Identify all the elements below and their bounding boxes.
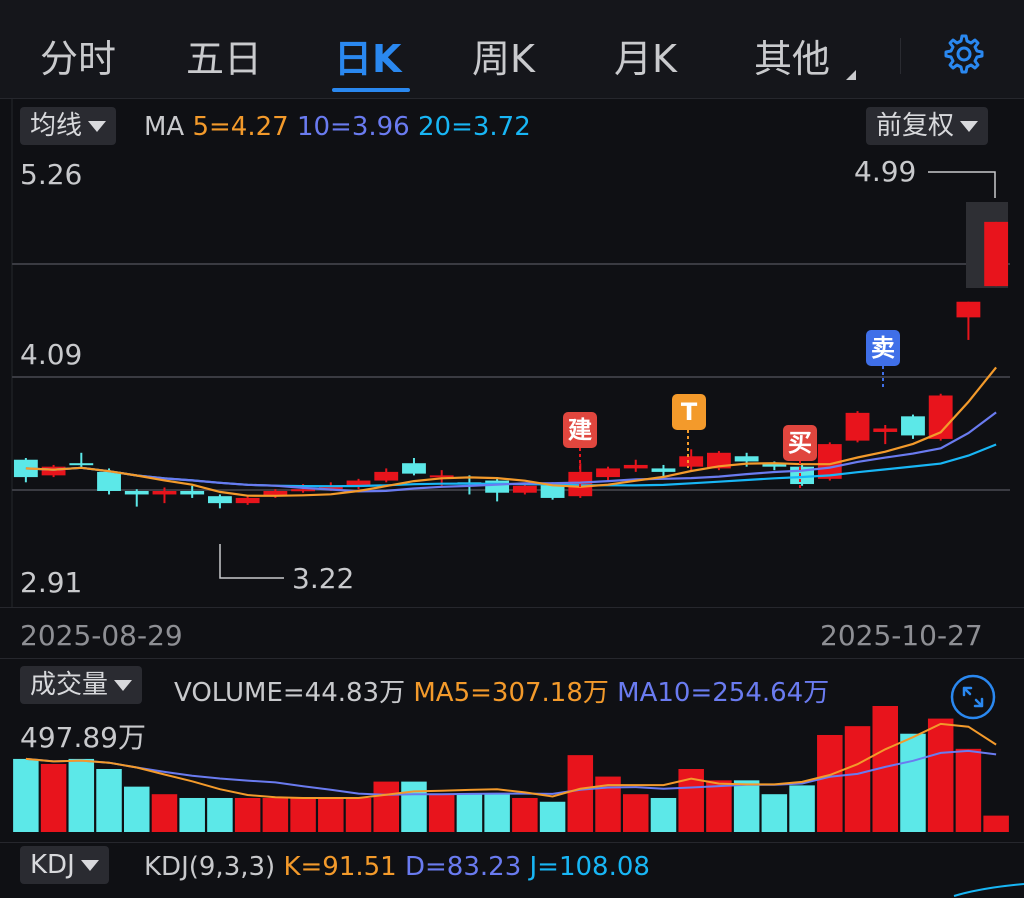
candle-body <box>291 489 316 492</box>
start-date-label: 2025-08-29 <box>20 619 183 652</box>
candle-body <box>512 485 537 493</box>
volume-bar <box>262 797 289 832</box>
kdj-j-value: J=108.08 <box>529 852 650 882</box>
candle-body <box>734 456 759 462</box>
chevron-down-icon <box>114 680 133 691</box>
signal-t-marker[interactable]: T <box>672 394 706 430</box>
active-tab-indicator <box>332 88 410 92</box>
candle-body <box>69 463 94 466</box>
volume-bar <box>622 794 649 832</box>
volume-bar <box>789 785 815 832</box>
candle-body <box>207 496 232 504</box>
volume-bar <box>373 781 400 832</box>
volume-bar <box>207 797 233 832</box>
tab-divider <box>900 38 901 74</box>
candle-body <box>845 412 870 441</box>
candle-body <box>623 464 648 469</box>
volume-bar <box>151 794 178 832</box>
kdj-params: KDJ(9,3,3) <box>144 852 276 882</box>
volume-bar <box>844 726 871 832</box>
volume-bar <box>900 733 926 832</box>
low-price-label: 3.22 <box>292 562 355 595</box>
signal-sell-marker[interactable]: 卖 <box>866 330 900 366</box>
candle-body <box>235 497 260 504</box>
volume-indicator-select[interactable]: 成交量 <box>20 666 143 704</box>
volume-bar <box>456 794 483 832</box>
volume-bar <box>983 815 1009 832</box>
volume-bar <box>96 769 122 832</box>
candle-body <box>485 480 510 493</box>
kdj-indicator-select[interactable]: KDJ <box>20 846 109 884</box>
volume-bar <box>706 780 732 832</box>
tab-daily-k[interactable]: 日K <box>334 28 401 83</box>
kdj-select-label: KDJ <box>30 850 75 880</box>
candle-body <box>402 463 426 474</box>
date-axis-rule <box>0 607 1024 608</box>
candle-body <box>984 221 1009 287</box>
signal-buy-marker[interactable]: 买 <box>783 425 817 461</box>
end-date-label: 2025-10-27 <box>820 619 983 652</box>
kdj-panel-rule <box>0 842 1024 843</box>
high-price-label: 4.99 <box>854 155 917 188</box>
kdj-line-preview <box>953 883 1024 897</box>
volume-bar <box>13 758 39 832</box>
candle-body <box>679 456 704 467</box>
volume-select-label: 成交量 <box>30 670 109 700</box>
volume-bar <box>345 797 372 832</box>
candle-body <box>41 466 66 476</box>
kdj-k-value: K=91.51 <box>283 852 397 882</box>
volume-bar <box>955 748 982 832</box>
other-caret-icon <box>846 70 856 80</box>
volume-bar <box>290 797 316 832</box>
volume-bar <box>428 794 455 832</box>
chevron-down-icon <box>80 860 99 871</box>
candle-body <box>901 416 925 436</box>
volume-bar <box>761 794 788 832</box>
low-leader-line <box>219 544 284 579</box>
tab-weekly-k[interactable]: 周K <box>472 28 535 83</box>
candle-body <box>152 490 177 495</box>
y-axis-bottom-label: 2.91 <box>20 566 83 599</box>
volume-bar <box>817 734 843 832</box>
volume-bar <box>401 781 427 832</box>
gear-icon[interactable] <box>940 30 988 78</box>
signal-build-marker[interactable]: 建 <box>563 412 597 448</box>
volume-bar <box>539 801 566 832</box>
kdj-d-value: D=83.23 <box>405 852 522 882</box>
tab-other[interactable]: 其他 <box>754 28 830 83</box>
y-axis-mid-label: 4.09 <box>20 338 83 371</box>
volume-bar <box>927 718 954 832</box>
kdj-legend: KDJ(9,3,3) K=91.51 D=83.23 J=108.08 <box>144 852 650 882</box>
tab-intraday[interactable]: 分时 <box>40 28 116 83</box>
tab-five-day[interactable]: 五日 <box>186 28 262 83</box>
candle-body <box>374 471 399 481</box>
candle-body <box>180 490 205 495</box>
volume-bar <box>234 797 261 832</box>
y-axis-top-label: 5.26 <box>20 158 83 191</box>
volume-bar <box>123 786 150 832</box>
volume-bar <box>512 797 538 832</box>
volume-bar <box>40 763 67 832</box>
candle-body <box>124 490 149 495</box>
volume-bar <box>318 797 344 832</box>
candle-body <box>956 301 981 318</box>
candle-body <box>596 468 620 478</box>
period-tabs: 分时 五日 日K 周K 月K 其他 <box>0 0 1024 99</box>
volume-bar <box>179 797 205 832</box>
tab-monthly-k[interactable]: 月K <box>614 28 677 83</box>
volume-bar <box>733 780 760 832</box>
candle-body <box>97 471 121 491</box>
volume-bar <box>567 755 594 832</box>
candle-body <box>873 428 898 432</box>
volume-bar <box>484 794 510 832</box>
high-leader-line <box>928 171 996 198</box>
volume-chart[interactable] <box>0 700 1024 840</box>
volume-bar <box>68 758 95 832</box>
candle-body <box>651 468 676 472</box>
volume-bar <box>650 797 677 832</box>
volume-panel-rule <box>0 658 1024 659</box>
